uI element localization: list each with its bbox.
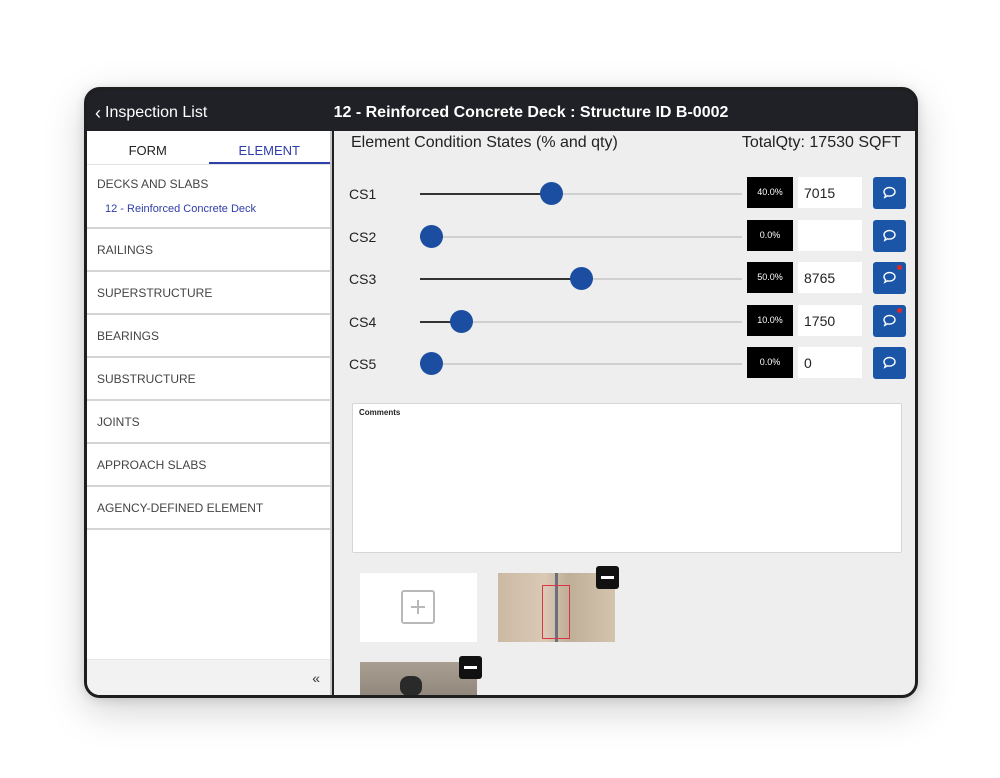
tab-element[interactable]: ELEMENT (208, 131, 330, 164)
condition-slider[interactable] (420, 352, 742, 375)
speech-bubble-icon (883, 356, 896, 369)
percent-badge: 0.0% (747, 220, 793, 251)
category-agency-defined-element[interactable]: AGENCY-DEFINED ELEMENT (87, 487, 330, 530)
condition-slider[interactable] (420, 182, 742, 205)
section-header: Element Condition States (% and qty) Tot… (351, 134, 901, 158)
page-title: 12 - Reinforced Concrete Deck : Structur… (333, 104, 729, 121)
remove-photo-button[interactable] (459, 656, 482, 679)
condition-row-cs4: CS4 10.0% 1750 (334, 305, 915, 339)
comment-button[interactable] (873, 262, 906, 294)
comment-button[interactable] (873, 305, 906, 337)
slider-thumb[interactable] (570, 267, 593, 290)
comment-button[interactable] (873, 347, 906, 379)
element-item-reinforced-concrete-deck[interactable]: 12 - Reinforced Concrete Deck (97, 203, 256, 215)
category-superstructure[interactable]: SUPERSTRUCTURE (87, 272, 330, 315)
condition-slider[interactable] (420, 310, 742, 333)
category-bearings[interactable]: BEARINGS (87, 315, 330, 358)
category-substructure[interactable]: SUBSTRUCTURE (87, 358, 330, 401)
main-panel: Element Condition States (% and qty) Tot… (334, 131, 915, 695)
comment-indicator (897, 265, 902, 270)
add-photo-button[interactable] (360, 573, 477, 642)
plus-square-icon (401, 590, 435, 624)
condition-label: CS5 (349, 356, 377, 372)
photo-detail (400, 676, 422, 695)
quantity-field[interactable]: 1750 (798, 305, 862, 336)
speech-bubble-icon (883, 271, 896, 284)
photo-annotation (542, 585, 570, 639)
slider-fill (420, 278, 581, 280)
condition-label: CS2 (349, 229, 377, 245)
remove-photo-button[interactable] (596, 566, 619, 589)
section-title: Element Condition States (% and qty) (351, 134, 618, 151)
sidebar: FORM ELEMENT DECKS AND SLABS 12 - Reinfo… (87, 131, 332, 695)
slider-thumb[interactable] (540, 182, 563, 205)
category-joints[interactable]: JOINTS (87, 401, 330, 444)
quantity-field[interactable]: 7015 (798, 177, 862, 208)
condition-row-cs2: CS2 0.0% (334, 220, 915, 254)
percent-badge: 50.0% (747, 262, 793, 293)
comment-button[interactable] (873, 220, 906, 252)
slider-thumb[interactable] (450, 310, 473, 333)
segmented-tabs: FORM ELEMENT (87, 131, 330, 165)
category-railings[interactable]: RAILINGS (87, 229, 330, 272)
condition-row-cs5: CS5 0.0% 0 (334, 347, 915, 381)
comment-button[interactable] (873, 177, 906, 209)
condition-label: CS4 (349, 314, 377, 330)
tablet-frame: ‹ Inspection List 12 - Reinforced Concre… (84, 87, 918, 698)
top-bar: ‹ Inspection List 12 - Reinforced Concre… (87, 90, 915, 131)
comments-box[interactable]: Comments (352, 403, 902, 553)
slider-fill (420, 193, 551, 195)
percent-badge: 0.0% (747, 347, 793, 378)
speech-bubble-icon (883, 186, 896, 199)
category-approach-slabs[interactable]: APPROACH SLABS (87, 444, 330, 487)
total-qty: TotalQty: 17530 SQFT (741, 134, 901, 151)
slider-thumb[interactable] (420, 352, 443, 375)
speech-bubble-icon (883, 229, 896, 242)
percent-badge: 40.0% (747, 177, 793, 208)
collapse-sidebar-icon[interactable]: « (312, 670, 320, 686)
condition-slider[interactable] (420, 225, 742, 248)
category-decks-and-slabs[interactable]: DECKS AND SLABS 12 - Reinforced Concrete… (87, 165, 330, 229)
quantity-field[interactable]: 8765 (798, 262, 862, 293)
percent-badge: 10.0% (747, 305, 793, 336)
comments-input[interactable] (359, 417, 895, 537)
sidebar-footer: « (87, 659, 330, 695)
speech-bubble-icon (883, 314, 896, 327)
comment-indicator (897, 308, 902, 313)
condition-label: CS3 (349, 271, 377, 287)
quantity-field[interactable]: 0 (798, 347, 862, 378)
quantity-field[interactable] (798, 220, 862, 251)
condition-row-cs3: CS3 50.0% 8765 (334, 262, 915, 296)
category-label: DECKS AND SLABS (97, 177, 209, 191)
condition-row-cs1: CS1 40.0% 7015 (334, 177, 915, 211)
tab-form[interactable]: FORM (87, 131, 209, 164)
condition-label: CS1 (349, 186, 377, 202)
comments-label: Comments (359, 408, 401, 417)
condition-slider[interactable] (420, 267, 742, 290)
slider-thumb[interactable] (420, 225, 443, 248)
